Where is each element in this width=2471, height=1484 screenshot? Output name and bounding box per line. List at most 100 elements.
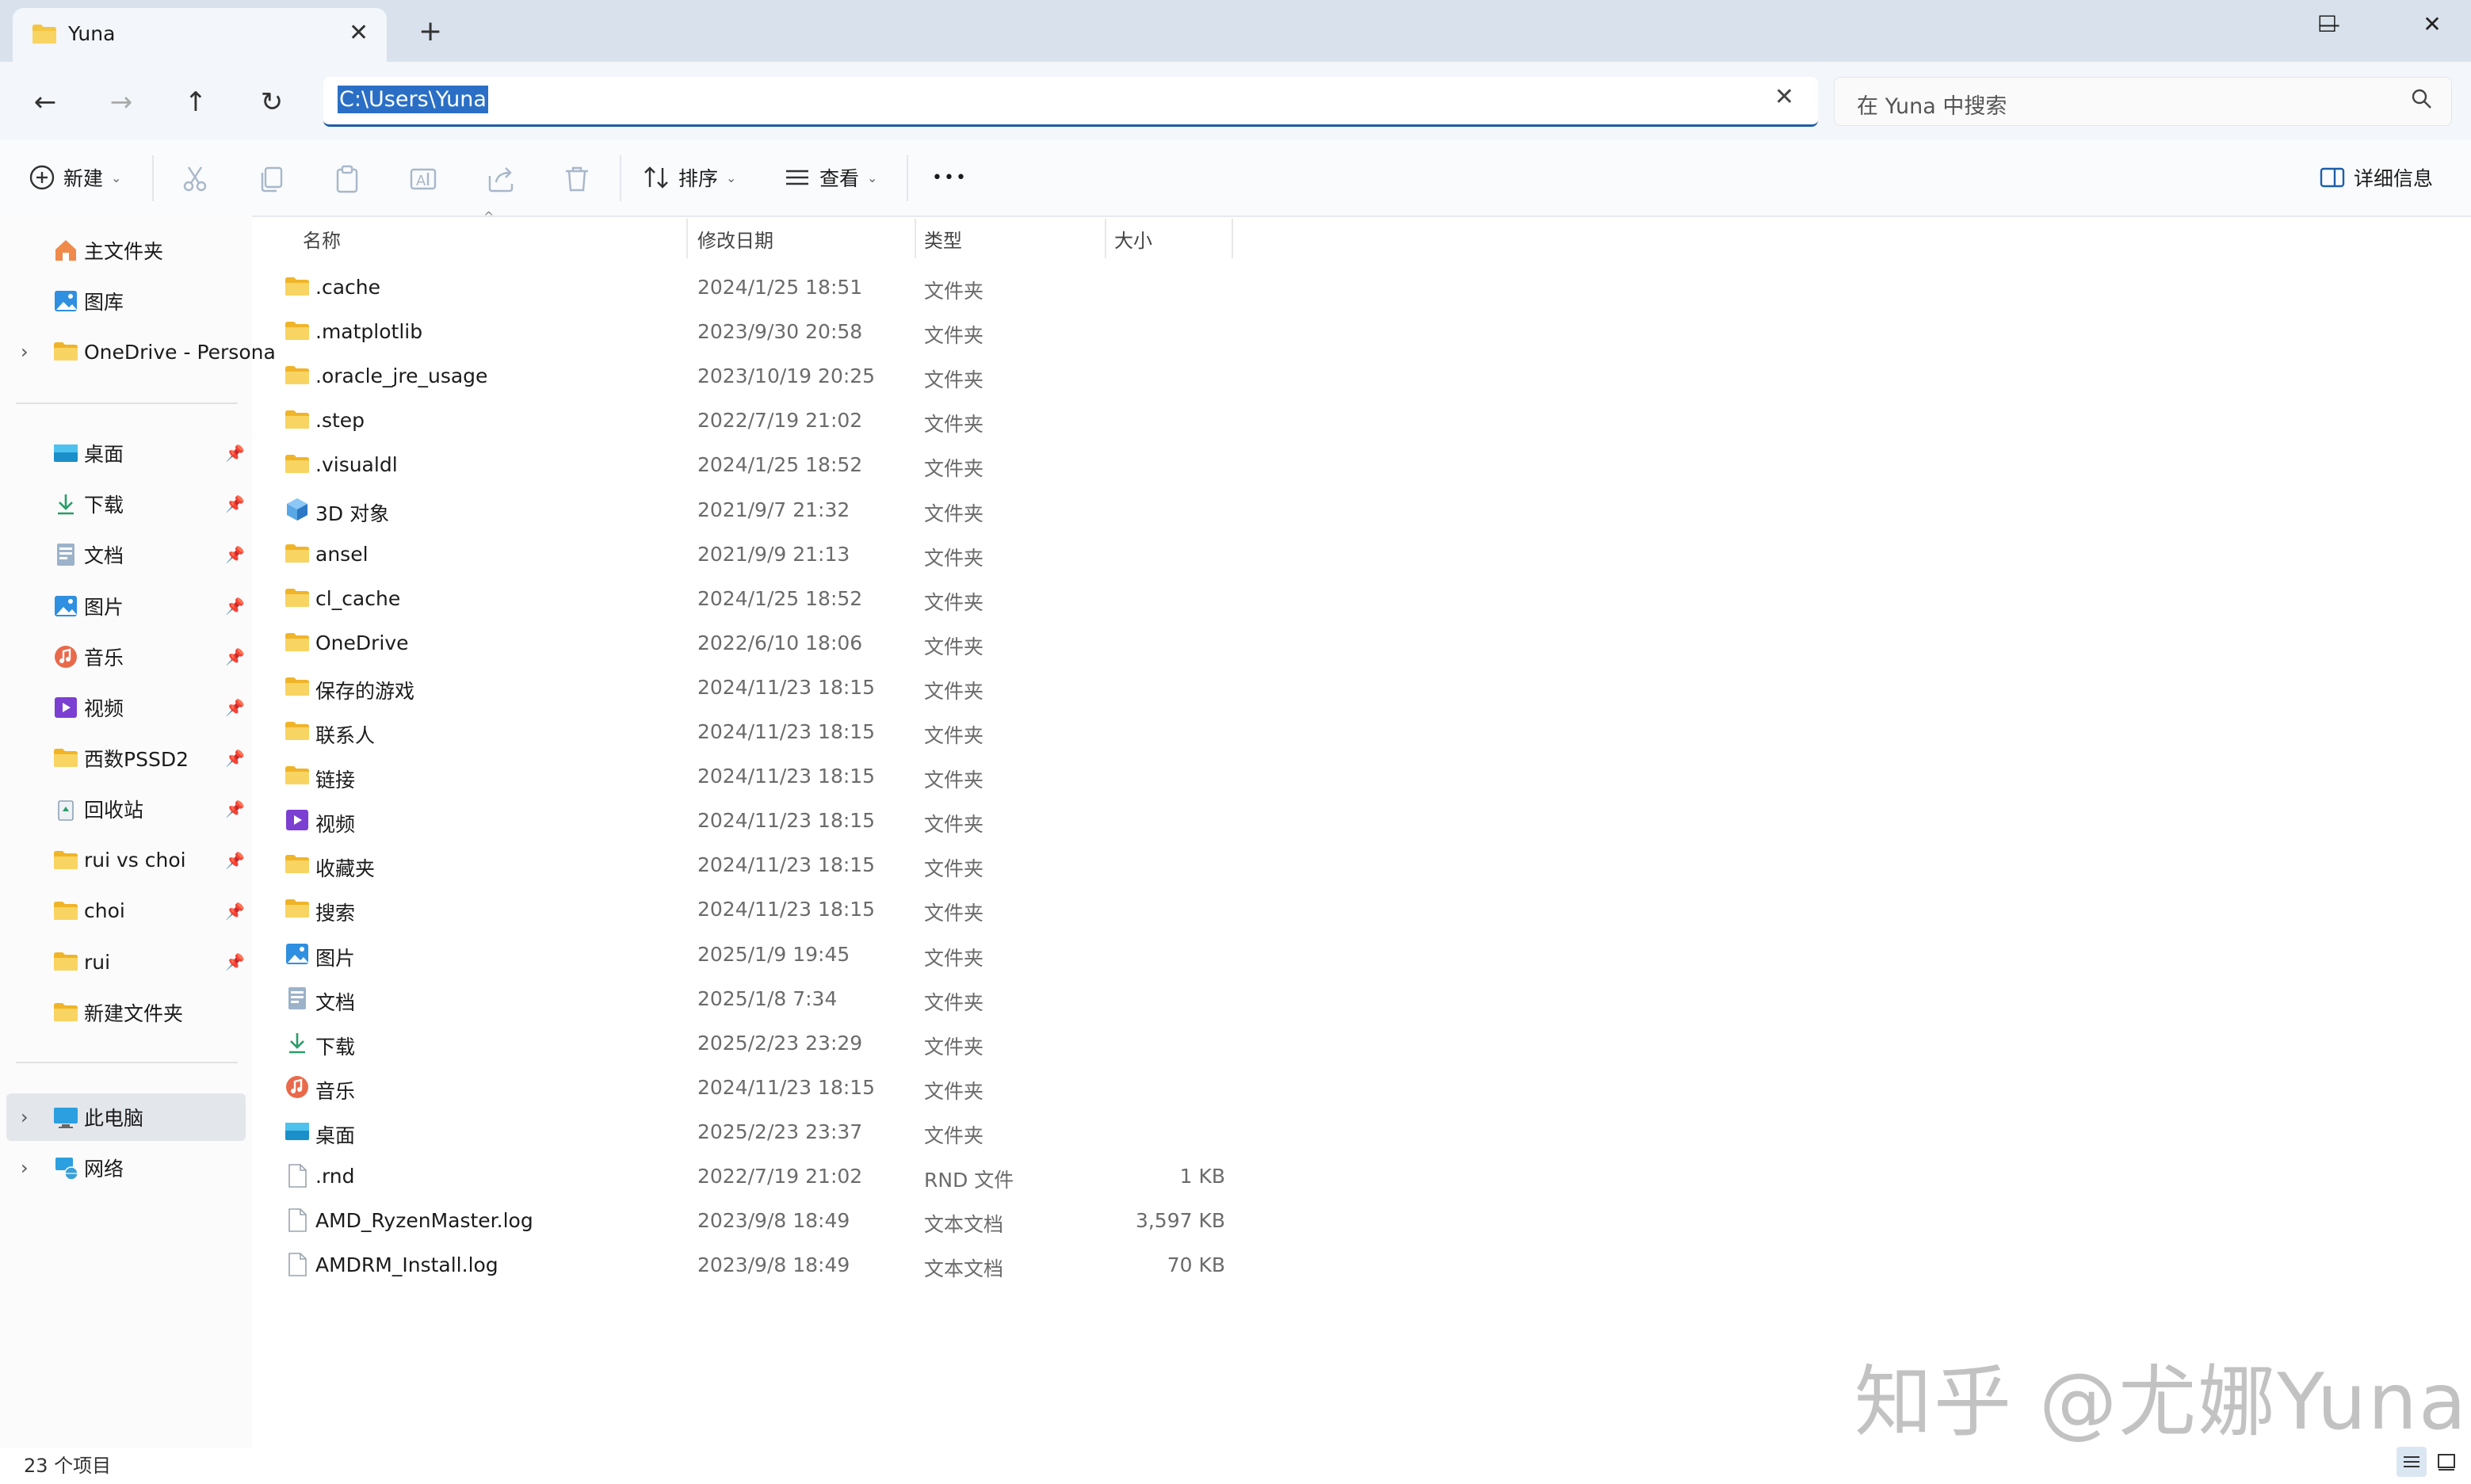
- file-row[interactable]: AMDRM_Install.log 2023/9/8 18:49 文本文档 70 KB: [269, 1242, 1236, 1287]
- sort-button[interactable]: 排序 ⌄: [642, 158, 736, 196]
- file-row[interactable]: 链接 2024/11/23 18:15 文件夹: [269, 753, 1236, 798]
- file-row[interactable]: 视频 2024/11/23 18:15 文件夹: [269, 798, 1236, 842]
- sidebar-item-视频[interactable]: 视频 📌: [0, 684, 252, 731]
- sidebar-item-回收站[interactable]: 回收站 📌: [0, 785, 252, 833]
- file-row[interactable]: ansel 2021/9/9 21:13 文件夹: [269, 532, 1236, 576]
- forward-button[interactable]: →: [101, 82, 141, 122]
- pin-icon: 📌: [225, 850, 245, 870]
- column-header-date[interactable]: 修改日期: [697, 225, 773, 253]
- sidebar-item-label: 图库: [84, 291, 124, 314]
- column-divider[interactable]: [1232, 219, 1233, 258]
- file-size: 3,597 KB: [1135, 1209, 1225, 1233]
- share-icon[interactable]: [485, 163, 517, 195]
- column-divider[interactable]: [915, 219, 916, 258]
- file-row[interactable]: 文档 2025/1/8 7:34 文件夹: [269, 976, 1236, 1020]
- folder-icon: [284, 585, 311, 612]
- tab-close-button[interactable]: ✕: [349, 19, 369, 47]
- sidebar-item-choi[interactable]: choi 📌: [0, 887, 252, 935]
- sidebar-item-图库[interactable]: 图库: [0, 277, 252, 325]
- column-divider[interactable]: [686, 219, 688, 258]
- tab-yuna[interactable]: Yuna ✕: [13, 8, 387, 62]
- clear-address-button[interactable]: ✕: [1774, 83, 1794, 111]
- sidebar-item-音乐[interactable]: 音乐 📌: [0, 633, 252, 681]
- sidebar-item-网络[interactable]: › 网络: [0, 1144, 252, 1192]
- file-date: 2024/11/23 18:15: [697, 765, 876, 788]
- file-name: .visualdl: [315, 453, 398, 477]
- chevron-right-icon[interactable]: ›: [21, 1157, 29, 1179]
- file-size: 70 KB: [1167, 1253, 1225, 1277]
- sidebar-item-图片[interactable]: 图片 📌: [0, 582, 252, 630]
- sidebar-item-主文件夹[interactable]: 主文件夹: [0, 227, 252, 274]
- paste-icon[interactable]: [331, 163, 363, 195]
- file-row[interactable]: 搜索 2024/11/23 18:15 文件夹: [269, 887, 1236, 931]
- file-row[interactable]: 3D 对象 2021/9/7 21:32 文件夹: [269, 487, 1236, 532]
- chevron-right-icon[interactable]: ›: [21, 341, 29, 363]
- back-button[interactable]: ←: [25, 82, 65, 122]
- file-name: .matplotlib: [315, 320, 423, 344]
- more-button[interactable]: •••: [932, 158, 968, 196]
- delete-icon[interactable]: [561, 163, 593, 195]
- file-row[interactable]: OneDrive 2022/6/10 18:06 文件夹: [269, 620, 1236, 665]
- close-button[interactable]: ✕: [2397, 5, 2468, 44]
- sidebar-item-此电脑[interactable]: › 此电脑: [6, 1093, 246, 1141]
- sidebar-item-rui[interactable]: rui 📌: [0, 938, 252, 986]
- cut-icon[interactable]: [179, 163, 211, 195]
- file-name: ansel: [315, 542, 369, 566]
- column-header-name[interactable]: 名称: [303, 225, 341, 253]
- folder-icon: [284, 451, 311, 478]
- file-row[interactable]: 图片 2025/1/9 19:45 文件夹: [269, 932, 1236, 976]
- sidebar-item-onedrive-persona[interactable]: › OneDrive - Persona: [0, 328, 276, 376]
- file-row[interactable]: .rnd 2022/7/19 21:02 RND 文件 1 KB: [269, 1154, 1236, 1198]
- file-row[interactable]: 下载 2025/2/23 23:29 文件夹: [269, 1020, 1236, 1065]
- search-input[interactable]: 在 Yuna 中搜索: [1834, 77, 2452, 126]
- sidebar-item-桌面[interactable]: 桌面 📌: [0, 429, 252, 477]
- column-divider[interactable]: [1105, 219, 1106, 258]
- column-header-size[interactable]: 大小: [1114, 225, 1152, 253]
- file-row[interactable]: 保存的游戏 2024/11/23 18:15 文件夹: [269, 665, 1236, 709]
- sidebar-item-rui-vs-choi[interactable]: rui vs choi 📌: [0, 837, 252, 884]
- sidebar-item-下载[interactable]: 下载 📌: [0, 480, 252, 528]
- file-row[interactable]: 收藏夹 2024/11/23 18:15 文件夹: [269, 842, 1236, 887]
- sidebar-item-西数pssd2[interactable]: 西数PSSD2 📌: [0, 734, 252, 782]
- file-row[interactable]: AMD_RyzenMaster.log 2023/9/8 18:49 文本文档 3,5…: [269, 1198, 1236, 1242]
- view-button[interactable]: 查看 ⌄: [783, 158, 877, 196]
- file-row[interactable]: cl_cache 2024/1/25 18:52 文件夹: [269, 576, 1236, 620]
- file-row[interactable]: .step 2022/7/19 21:02 文件夹: [269, 398, 1236, 442]
- maximize-button[interactable]: ☐: [2317, 5, 2393, 44]
- address-bar[interactable]: C:\Users\Yuna ✕: [323, 77, 1818, 127]
- file-row[interactable]: 桌面 2025/2/23 23:37 文件夹: [269, 1109, 1236, 1154]
- search-icon[interactable]: [2410, 87, 2434, 114]
- file-type: 文件夹: [924, 590, 984, 614]
- new-button[interactable]: 新建 ⌄: [29, 158, 121, 196]
- desktop-folder-icon: [284, 1118, 311, 1145]
- file-row[interactable]: 联系人 2024/11/23 18:15 文件夹: [269, 709, 1236, 753]
- chevron-right-icon[interactable]: ›: [21, 1106, 29, 1128]
- view-label: 查看: [819, 167, 860, 190]
- copy-icon[interactable]: [255, 163, 287, 195]
- file-row[interactable]: .oracle_jre_usage 2023/10/19 20:25 文件夹: [269, 353, 1236, 398]
- details-button[interactable]: 详细信息: [2319, 158, 2433, 196]
- file-type: 文件夹: [924, 902, 984, 925]
- address-path[interactable]: C:\Users\Yuna: [338, 86, 488, 113]
- divider: [16, 402, 238, 404]
- file-date: 2023/9/30 20:58: [697, 320, 863, 344]
- sidebar-item-新建文件夹[interactable]: 新建文件夹: [0, 989, 252, 1036]
- music-folder-icon: [284, 1074, 311, 1101]
- file-date: 2024/1/25 18:52: [697, 453, 863, 477]
- file-name: OneDrive: [315, 631, 409, 654]
- refresh-button[interactable]: ↻: [252, 82, 292, 122]
- column-header-type[interactable]: 类型: [924, 225, 962, 253]
- file-name: 图片: [315, 946, 356, 970]
- sidebar-item-文档[interactable]: 文档 📌: [0, 531, 252, 578]
- divider: [152, 155, 154, 201]
- up-button[interactable]: ↑: [176, 82, 216, 122]
- file-row[interactable]: 音乐 2024/11/23 18:15 文件夹: [269, 1065, 1236, 1109]
- new-tab-button[interactable]: +: [418, 17, 442, 46]
- divider: [620, 155, 621, 201]
- file-row[interactable]: .cache 2024/1/25 18:51 文件夹: [269, 265, 1236, 309]
- recycle-bin-icon: [52, 795, 79, 822]
- view-icon: [786, 170, 808, 185]
- file-row[interactable]: .visualdl 2024/1/25 18:52 文件夹: [269, 442, 1236, 486]
- file-row[interactable]: .matplotlib 2023/9/30 20:58 文件夹: [269, 309, 1236, 353]
- rename-icon[interactable]: A: [407, 163, 439, 195]
